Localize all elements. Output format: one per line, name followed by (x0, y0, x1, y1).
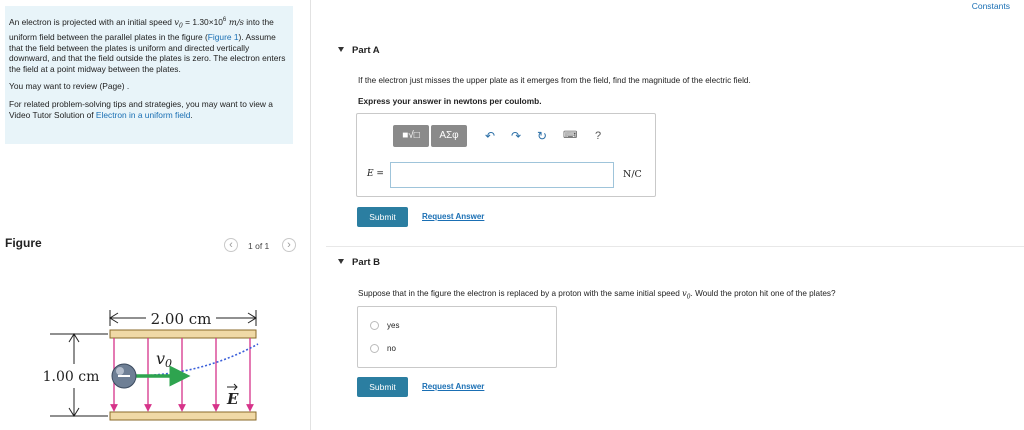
problem-text-start: An electron is projected with an initial… (9, 16, 175, 27)
part-a-request-answer-link[interactable]: Request Answer (422, 212, 484, 221)
part-b-question: Suppose that in the figure the electron … (358, 288, 836, 301)
width-dimension: 2.00 cm (109, 310, 257, 328)
part-b-header[interactable]: Part B (338, 257, 380, 268)
part-b-submit-button[interactable]: Submit (357, 377, 408, 397)
collapse-icon[interactable] (338, 259, 344, 264)
electric-field-input[interactable] (390, 162, 614, 188)
greek-symbols-button[interactable]: ΑΣφ (431, 125, 467, 147)
field-label: E (226, 390, 239, 408)
part-a-title: Part A (352, 45, 380, 56)
part-divider (326, 246, 1024, 247)
radio-no[interactable] (370, 344, 379, 353)
part-a-submit-button[interactable]: Submit (357, 207, 408, 227)
answer-variable-label: E = (367, 169, 384, 179)
width-label: 2.00 cm (151, 310, 212, 328)
collapse-icon[interactable] (338, 47, 344, 52)
option-no-label: no (387, 344, 396, 353)
question-symbol: v0 (682, 288, 691, 301)
help-button[interactable]: ? (595, 129, 601, 143)
part-b-options: yes no (357, 306, 557, 368)
speed-unit: m/s (226, 16, 244, 27)
trajectory-path (129, 343, 259, 377)
left-column: An electron is projected with an initial… (0, 0, 310, 430)
constants-link[interactable]: Constants (972, 1, 1010, 11)
figure-diagram: 2.00 cm 1.00 cm v0 E (43, 310, 259, 421)
reset-icon[interactable]: ↻ (537, 129, 547, 143)
problem-statement: An electron is projected with an initial… (9, 6, 290, 74)
part-b-request-answer-link[interactable]: Request Answer (422, 382, 484, 391)
speed-value: = 1.30×10 (182, 16, 223, 27)
part-a-header[interactable]: Part A (338, 45, 380, 56)
tips-text-end: . (190, 109, 193, 120)
part-b-title: Part B (352, 257, 380, 268)
pager-count: 1 of 1 (248, 241, 270, 251)
option-yes-label: yes (387, 321, 400, 330)
templates-icon[interactable]: ■√□ (393, 125, 429, 147)
chevron-left-icon[interactable]: ‹ (224, 238, 238, 252)
video-tutor-link[interactable]: Electron in a uniform field (96, 110, 191, 120)
radio-yes[interactable] (370, 321, 379, 330)
speed-symbol: v0 (174, 16, 183, 30)
velocity-label: v0 (156, 349, 172, 370)
figure-heading: Figure (5, 236, 42, 250)
lower-plate (109, 411, 257, 421)
chevron-right-icon[interactable]: › (282, 238, 296, 252)
part-a-question: If the electron just misses the upper pl… (358, 76, 751, 85)
part-a-instruction: Express your answer in newtons per coulo… (358, 96, 542, 106)
height-dimension: 1.00 cm (43, 333, 108, 417)
height-label: 1.00 cm (43, 369, 100, 385)
redo-icon[interactable]: ↷ (511, 129, 521, 143)
keyboard-icon[interactable]: ⌨ (563, 129, 577, 143)
answer-box: ■√□ ΑΣφ ↶ ↷ ↻ ⌨ ? E = N/C (356, 113, 656, 197)
review-text: You may want to review (Page) . (9, 81, 130, 92)
tips-text: For related problem-solving tips and str… (9, 99, 290, 120)
answer-unit: N/C (623, 169, 642, 180)
problem-intro: An electron is projected with an initial… (5, 6, 293, 144)
undo-icon[interactable]: ↶ (485, 129, 495, 143)
upper-plate (109, 329, 257, 339)
figure-link[interactable]: Figure 1 (208, 32, 239, 42)
column-divider (310, 0, 311, 430)
